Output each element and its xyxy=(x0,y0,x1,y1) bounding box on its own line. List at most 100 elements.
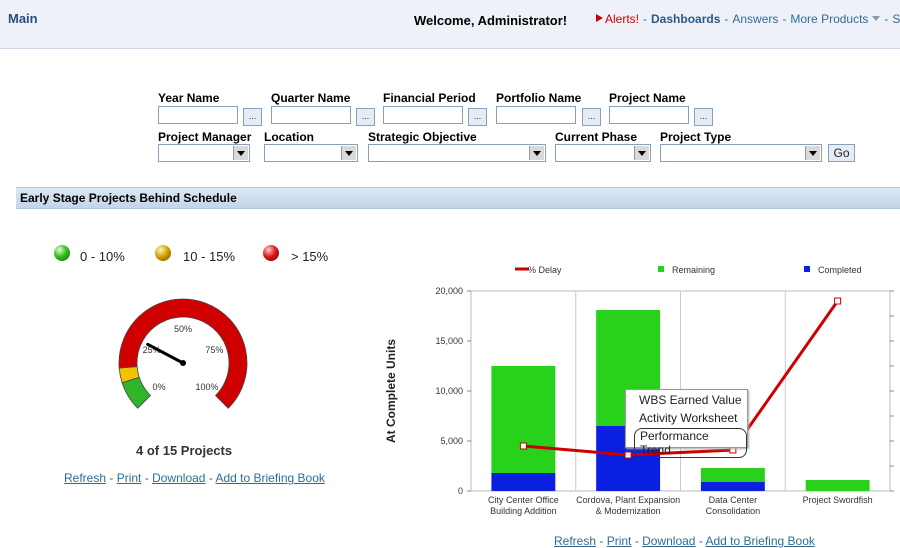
current-phase-label: Current Phase xyxy=(555,130,638,144)
dropdown-arrow-icon[interactable] xyxy=(341,146,356,160)
answers-link[interactable]: Answers xyxy=(732,12,778,26)
gauge-links: Refresh - Print - Download - Add to Brie… xyxy=(64,471,325,485)
dropdown-arrow-icon[interactable] xyxy=(233,146,248,160)
financial-period-browse-button[interactable]: ... xyxy=(468,108,487,126)
nav-separator: - xyxy=(724,12,729,26)
project-name-label: Project Name xyxy=(609,91,686,105)
alert-flag-icon[interactable] xyxy=(596,14,603,22)
top-bar: Main Welcome, Administrator! Alerts! - Das… xyxy=(0,0,900,49)
portfolio-name-browse-button[interactable]: ... xyxy=(582,108,601,126)
link-separator: - xyxy=(208,471,213,485)
add-to-briefing-book-link[interactable]: Add to Briefing Book xyxy=(215,471,324,485)
menu-item-label: WBS Earned Value xyxy=(639,393,742,407)
link-separator: - xyxy=(698,534,703,548)
quarter-name-browse-button[interactable]: ... xyxy=(356,108,375,126)
refresh-link[interactable]: Refresh xyxy=(554,534,596,548)
legend-label: % Delay xyxy=(528,265,562,275)
nav-separator: - xyxy=(782,12,787,26)
x-tick-label: Consolidation xyxy=(706,506,761,516)
refresh-link[interactable]: Refresh xyxy=(64,471,106,485)
bar-remaining[interactable] xyxy=(805,480,870,491)
x-tick-label: City Center Office xyxy=(488,495,559,505)
green-status-icon xyxy=(54,245,70,261)
year-name-input[interactable] xyxy=(158,106,238,124)
add-to-briefing-book-link[interactable]: Add to Briefing Book xyxy=(705,534,814,548)
dropdown-arrow-icon[interactable] xyxy=(634,146,649,160)
link-separator: - xyxy=(144,471,149,485)
legend-high: > 15% xyxy=(291,249,329,264)
delay-point[interactable] xyxy=(834,297,842,305)
project-manager-select[interactable] xyxy=(158,144,250,162)
gauge-tick-label: 0% xyxy=(152,382,165,392)
y-tick-label: 0 xyxy=(458,486,463,496)
portfolio-name-input[interactable] xyxy=(496,106,576,124)
dropdown-arrow-icon[interactable] xyxy=(805,146,820,160)
delay-point[interactable] xyxy=(519,442,527,450)
gauge-tick-label: 100% xyxy=(196,382,219,392)
legend-swatch xyxy=(804,266,810,272)
location-select[interactable] xyxy=(264,144,358,162)
global-nav: Alerts! - Dashboards - Answers - More Products… xyxy=(596,12,900,26)
print-link[interactable]: Print xyxy=(607,534,632,548)
bar-remaining[interactable] xyxy=(700,468,765,482)
project-name-browse-button[interactable]: ... xyxy=(694,108,713,126)
alerts-link[interactable]: Alerts! xyxy=(605,12,639,26)
bar-completed[interactable] xyxy=(491,473,556,491)
strategic-objective-select[interactable] xyxy=(368,144,546,162)
download-link[interactable]: Download xyxy=(152,471,205,485)
x-tick-label: Data Center xyxy=(709,495,758,505)
menu-item-wbs-earned-value[interactable]: WBS Earned Value xyxy=(626,391,747,409)
download-link[interactable]: Download xyxy=(642,534,695,548)
page-title[interactable]: Main xyxy=(8,11,38,26)
gauge-caption: 4 of 15 Projects xyxy=(136,443,233,458)
go-button[interactable]: Go xyxy=(828,144,855,162)
legend-low: 0 - 10% xyxy=(80,249,125,264)
nav-separator: - xyxy=(884,12,889,26)
financial-period-input[interactable] xyxy=(383,106,463,124)
legend-swatch xyxy=(658,266,664,272)
project-name-input[interactable] xyxy=(609,106,689,124)
menu-item-activity-worksheet[interactable]: Activity Worksheet xyxy=(626,409,747,427)
quarter-name-label: Quarter Name xyxy=(271,91,351,105)
gauge-chart[interactable]: 0%25%50%75%100% xyxy=(110,290,260,420)
project-type-select[interactable] xyxy=(660,144,822,162)
bar-completed[interactable] xyxy=(700,482,765,491)
x-tick-label: & Modernization xyxy=(596,506,661,516)
y-tick-label: 10,000 xyxy=(435,386,463,396)
dropdown-arrow-icon[interactable] xyxy=(529,146,544,160)
project-type-label: Project Type xyxy=(660,130,732,144)
x-tick-label: Building Addition xyxy=(490,506,557,516)
welcome-text: Welcome, Administrator! xyxy=(414,13,568,28)
delay-point[interactable] xyxy=(624,451,632,459)
menu-item-label: Activity Worksheet xyxy=(639,411,738,425)
gauge-tick-label: 50% xyxy=(174,324,192,334)
legend-mid: 10 - 15% xyxy=(183,249,236,264)
portfolio-name-label: Portfolio Name xyxy=(496,91,582,105)
link-separator: - xyxy=(599,534,604,548)
menu-item-performance-trend[interactable]: Performance Trend xyxy=(626,427,747,458)
current-phase-select[interactable] xyxy=(555,144,651,162)
gauge-tick-label: 75% xyxy=(205,345,223,355)
financial-period-label: Financial Period xyxy=(383,91,476,105)
y-tick-label: 5,000 xyxy=(440,436,463,446)
chevron-down-icon[interactable] xyxy=(872,16,881,21)
nav-separator: - xyxy=(643,12,648,26)
link-separator: - xyxy=(109,471,114,485)
more-products-link[interactable]: More Products xyxy=(790,12,868,26)
yellow-status-icon xyxy=(155,245,171,261)
print-link[interactable]: Print xyxy=(117,471,142,485)
bar-remaining[interactable] xyxy=(491,366,556,473)
y-axis-label: At Complete Units xyxy=(384,339,398,443)
chart-links: Refresh - Print - Download - Add to Brie… xyxy=(554,534,815,548)
section-title: Early Stage Projects Behind Schedule xyxy=(20,191,237,205)
year-name-label: Year Name xyxy=(158,91,220,105)
nav-link-cut[interactable]: S xyxy=(892,12,900,26)
x-tick-label: Project Swordfish xyxy=(803,495,873,505)
gauge-needle-hub xyxy=(180,360,186,366)
strategic-objective-label: Strategic Objective xyxy=(368,130,477,144)
x-tick-label: Cordova, Plant Expansion xyxy=(576,495,680,505)
quarter-name-input[interactable] xyxy=(271,106,351,124)
dashboards-link[interactable]: Dashboards xyxy=(651,12,720,26)
y-tick-label: 15,000 xyxy=(435,336,463,346)
year-name-browse-button[interactable]: ... xyxy=(243,108,262,126)
